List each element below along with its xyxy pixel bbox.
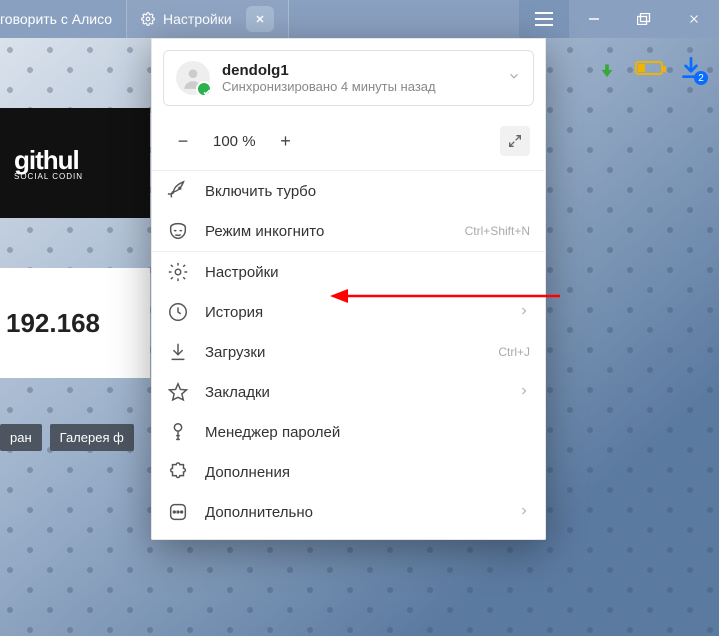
menu-item-more[interactable]: Дополнительно <box>151 492 546 532</box>
zoom-value: 100 % <box>213 133 256 150</box>
zoom-in-button[interactable]: + <box>274 129 298 153</box>
sync-ok-badge <box>196 81 212 97</box>
gear-icon <box>141 12 155 26</box>
menu-item-passwords[interactable]: Менеджер паролей <box>151 412 546 452</box>
menu-item-shortcut: Ctrl+Shift+N <box>465 224 530 238</box>
profile-name: dendolg1 <box>222 62 495 79</box>
tab-label: Настройки <box>163 11 232 27</box>
menu-item-label: Закладки <box>205 384 502 401</box>
rocket-icon <box>167 180 189 202</box>
menu-item-settings[interactable]: Настройки <box>151 252 546 292</box>
window-maximize[interactable] <box>619 0 669 38</box>
toolbar-tray: 2 <box>529 46 719 90</box>
avatar <box>176 61 210 95</box>
battery-icon <box>635 61 663 75</box>
menu-item-label: Дополнительно <box>205 504 502 521</box>
close-icon <box>254 13 266 25</box>
download-accelerator-icon[interactable] <box>593 54 621 82</box>
chevron-down-icon <box>507 69 521 88</box>
chip-item[interactable]: ран <box>0 424 42 451</box>
ip-text: 192.168 <box>6 308 100 339</box>
menu-item-incognito[interactable]: Режим инкогнито Ctrl+Shift+N <box>151 211 546 251</box>
close-tab-button[interactable] <box>246 6 274 32</box>
window-minimize[interactable] <box>569 0 619 38</box>
github-banner: githul SOCIAL CODIN <box>0 108 150 218</box>
tab-label: говорить с Алисо <box>0 11 112 27</box>
hamburger-icon <box>535 12 553 26</box>
close-icon <box>688 13 700 25</box>
menu-item-turbo[interactable]: Включить турбо <box>151 171 546 211</box>
more-icon <box>167 501 189 523</box>
zoom-out-button[interactable]: − <box>171 129 195 153</box>
window-close[interactable] <box>669 0 719 38</box>
zoom-row: − 100 % + <box>151 118 546 170</box>
fullscreen-button[interactable] <box>500 126 530 156</box>
clock-icon <box>167 301 189 323</box>
profile-sync-status: Синхронизировано 4 минуты назад <box>222 79 495 94</box>
fullscreen-icon <box>507 133 523 149</box>
chevron-right-icon <box>518 384 530 400</box>
titlebar: говорить с Алисо Настройки <box>0 0 719 38</box>
menu-item-downloads[interactable]: Загрузки Ctrl+J <box>151 332 546 372</box>
menu-item-addons[interactable]: Дополнения <box>151 452 546 492</box>
menu-item-label: Включить турбо <box>205 183 530 200</box>
menu-item-label: Менеджер паролей <box>205 424 530 441</box>
ip-box: 192.168 <box>0 268 150 378</box>
downloads-button[interactable]: 2 <box>677 54 705 82</box>
chevron-right-icon <box>518 504 530 520</box>
puzzle-icon <box>167 461 189 483</box>
menu-item-label: Загрузки <box>205 344 482 361</box>
chip-row: ран Галерея ф <box>0 424 134 451</box>
chip-item[interactable]: Галерея ф <box>50 424 134 451</box>
battery-indicator <box>635 54 663 82</box>
menu-button[interactable] <box>519 0 569 38</box>
menu-item-bookmarks[interactable]: Закладки <box>151 372 546 412</box>
menu-item-history[interactable]: История <box>151 292 546 332</box>
chevron-right-icon <box>518 304 530 320</box>
menu-item-label: История <box>205 304 502 321</box>
download-icon <box>167 341 189 363</box>
tab-alice[interactable]: говорить с Алисо <box>0 0 127 38</box>
github-subtitle: SOCIAL CODIN <box>14 172 150 181</box>
main-menu-panel: dendolg1 Синхронизировано 4 минуты назад… <box>151 38 546 540</box>
check-icon <box>202 87 212 97</box>
menu-item-shortcut: Ctrl+J <box>498 345 530 359</box>
leaf-arrow-icon <box>596 57 618 79</box>
mask-icon <box>167 220 189 242</box>
minimize-icon <box>588 13 600 25</box>
maximize-icon <box>637 13 651 25</box>
menu-item-label: Режим инкогнито <box>205 223 449 240</box>
gear-icon <box>167 261 189 283</box>
download-count-badge: 2 <box>694 71 708 85</box>
profile-card[interactable]: dendolg1 Синхронизировано 4 минуты назад <box>163 50 534 106</box>
menu-item-label: Дополнения <box>205 464 530 481</box>
key-icon <box>167 421 189 443</box>
tab-settings[interactable]: Настройки <box>127 0 289 38</box>
star-icon <box>167 381 189 403</box>
menu-item-label: Настройки <box>205 264 530 281</box>
